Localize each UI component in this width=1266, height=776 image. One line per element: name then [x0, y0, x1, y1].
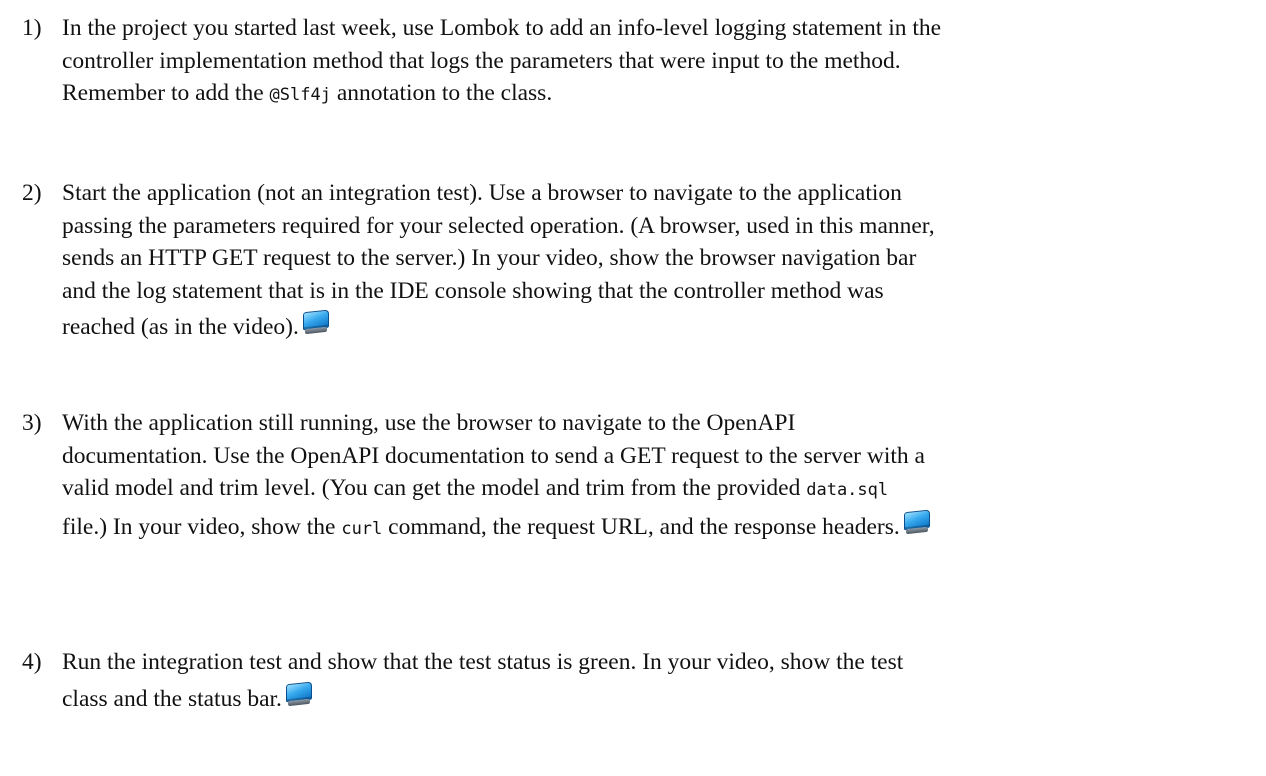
inline-code: curl: [341, 518, 383, 539]
item-number: 1): [22, 15, 42, 41]
item-text: Run the integration test and show that t…: [62, 646, 1258, 719]
item-line: reached (as in the video).: [62, 307, 1258, 347]
item-number: 4): [22, 649, 42, 675]
text-segment: class and the status bar.: [62, 685, 282, 712]
item-line: In the project you started last week, us…: [62, 15, 942, 41]
text-segment: Remember to add the: [62, 80, 270, 106]
item-line: sends an HTTP GET request to the server.…: [62, 245, 917, 271]
item-line: valid model and trim level. (You can get…: [62, 472, 1258, 507]
item-line: file.) In your video, show the curl comm…: [62, 507, 1258, 549]
list-item-1: 1) In the project you started last week,…: [22, 12, 1258, 112]
list-item-4: 4) Run the integration test and show tha…: [22, 646, 1258, 719]
item-line: documentation. Use the OpenAPI documenta…: [62, 442, 925, 469]
item-number: 3): [22, 410, 42, 436]
text-segment: annotation to the class.: [330, 80, 553, 106]
item-line: controller implementation method that lo…: [62, 47, 901, 74]
item-line: Remember to add the @Slf4j annotation to…: [62, 77, 1258, 112]
text-segment: valid model and trim level. (You can get…: [62, 475, 807, 501]
monitor-icon: [302, 309, 329, 335]
item-line: Start the application (not an integratio…: [62, 180, 902, 206]
item-text: With the application still running, use …: [62, 407, 1258, 549]
text-segment: command, the request URL, and the respon…: [382, 513, 900, 540]
monitor-icon: [903, 509, 930, 535]
text-segment: file.) In your video, show the: [62, 513, 342, 540]
list-item-2: 2) Start the application (not an integra…: [22, 177, 1258, 347]
item-line: passing the parameters required for your…: [62, 212, 935, 239]
item-line: Run the integration test and show that t…: [62, 649, 904, 675]
text-segment: reached (as in the video).: [62, 314, 299, 340]
list-item-3: 3) With the application still running, u…: [22, 407, 1258, 549]
monitor-icon: [285, 681, 312, 707]
item-text: Start the application (not an integratio…: [62, 177, 1258, 347]
item-line: class and the status bar.: [62, 679, 1258, 719]
item-line: and the log statement that is in the IDE…: [62, 277, 884, 304]
item-number: 2): [22, 180, 42, 206]
item-text: In the project you started last week, us…: [62, 12, 1258, 112]
inline-code: data.sql: [806, 480, 889, 500]
inline-code: @Slf4j: [269, 85, 331, 105]
item-line: With the application still running, use …: [62, 410, 796, 436]
